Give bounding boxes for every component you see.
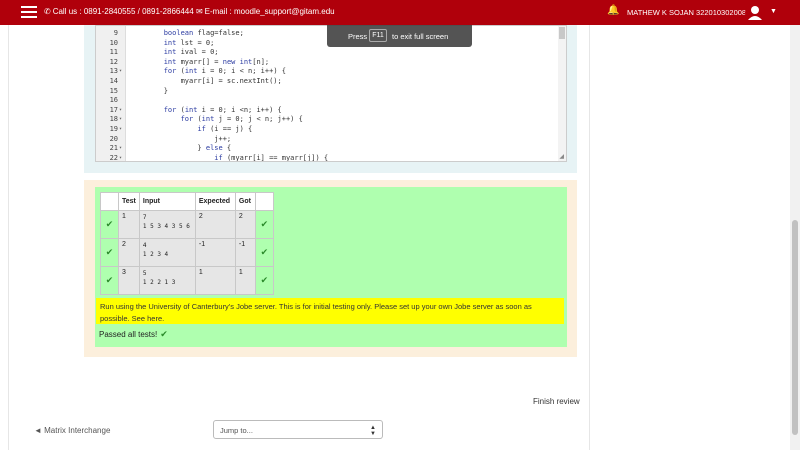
fullscreen-key: F11 [369, 29, 387, 42]
top-navbar: ✆ Call us : 0891-2840555 / 0891-2866444 ✉… [0, 0, 800, 25]
user-menu-caret-icon[interactable]: ▼ [770, 8, 777, 15]
page-scrollbar[interactable] [790, 25, 800, 450]
check-icon: ✔ [100, 238, 119, 267]
prev-activity-link[interactable]: ◄ Matrix Interchange [34, 426, 110, 435]
table-row: ✔ 1 71 5 3 4 3 5 6 2 2 ✔ [100, 210, 274, 239]
scrollbar-thumb[interactable] [792, 220, 798, 435]
avatar-icon[interactable] [745, 3, 765, 23]
test-got: -1 [234, 238, 256, 267]
test-expected: -1 [194, 238, 236, 267]
resize-handle-icon[interactable]: ◢ [559, 153, 564, 160]
table-row: ✔ 3 51 2 2 1 3 1 1 ✔ [100, 266, 274, 295]
test-got: 1 [234, 266, 256, 295]
col-expected: Expected [194, 192, 236, 211]
test-input: 41 2 3 4 [138, 238, 196, 267]
check-icon: ✔ [254, 238, 274, 267]
menu-icon[interactable] [21, 6, 37, 18]
col-got: Got [234, 192, 256, 211]
finish-review-link[interactable]: Finish review [533, 397, 580, 406]
jobe-server-notice: Run using the University of Canterbury's… [96, 298, 564, 324]
check-icon: ✔ [254, 266, 274, 295]
fullscreen-rest-text: to exit full screen [392, 32, 449, 41]
user-name[interactable]: MATHEW K SOJAN 322010302008 [627, 8, 746, 17]
test-expected: 1 [194, 266, 236, 295]
test-input: 51 2 2 1 3 [138, 266, 196, 295]
contact-phone: Call us : 0891-2840555 / 0891-2866444 [52, 7, 194, 16]
col-status [100, 192, 119, 211]
phone-icon: ✆ [44, 7, 51, 16]
test-got: 2 [234, 210, 256, 239]
table-row: ✔ 2 41 2 3 4 -1 -1 ✔ [100, 238, 274, 267]
col-test: Test [118, 192, 140, 211]
test-number: 2 [118, 238, 140, 267]
contact-email: E-mail : moodle_support@gitam.edu [204, 7, 335, 16]
check-icon: ✔ [100, 266, 119, 295]
passed-text: Passed all tests! [99, 330, 158, 339]
col-result [254, 192, 274, 211]
check-icon: ✔ [160, 329, 168, 339]
jump-to-value: Jump to... [220, 426, 253, 435]
col-input: Input [138, 192, 196, 211]
test-number: 1 [118, 210, 140, 239]
envelope-icon: ✉ [195, 7, 203, 16]
test-expected: 2 [194, 210, 236, 239]
select-arrows-icon: ▲ ▼ [370, 425, 376, 437]
jump-to-select[interactable]: Jump to... ▲ ▼ [213, 420, 383, 439]
check-icon: ✔ [254, 210, 274, 239]
check-icon: ✔ [100, 210, 119, 239]
test-results-table: Test Input Expected Got ✔ 1 71 5 3 4 3 5… [100, 192, 274, 295]
fullscreen-notice: Press F11 to exit full screen [327, 25, 472, 47]
passed-all-tests: Passed all tests! ✔ [99, 329, 168, 340]
fullscreen-press-text: Press [348, 32, 368, 41]
editor-scrollbar[interactable] [558, 26, 566, 161]
test-number: 3 [118, 266, 140, 295]
test-input: 71 5 3 4 3 5 6 [138, 210, 196, 239]
contact-info: ✆ Call us : 0891-2840555 / 0891-2866444 ✉… [44, 7, 335, 16]
bell-icon[interactable]: 🔔 [607, 5, 619, 16]
